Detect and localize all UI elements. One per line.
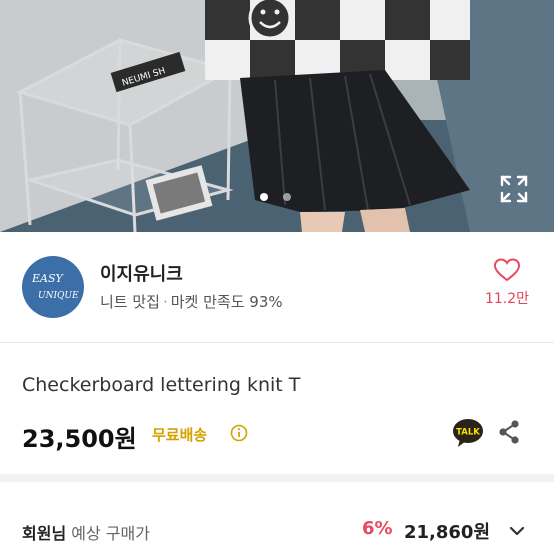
member-label-rest: 예상 구매가 (66, 524, 150, 543)
logo-text-unique: UNIQUE (38, 291, 79, 301)
checkerboard-sweater (205, 0, 470, 80)
chevron-down-icon[interactable] (508, 522, 526, 540)
kakao-talk-icon[interactable]: TALK (452, 418, 484, 448)
share-icon[interactable] (495, 418, 523, 446)
pagination-dot-active[interactable] (260, 193, 268, 201)
like-count: 11.2만 (484, 291, 530, 307)
gallery-pagination (0, 193, 554, 203)
meta-separator: · (162, 293, 168, 311)
heart-icon (493, 258, 521, 282)
logo-text-easy: EASY (31, 272, 65, 285)
divider (0, 342, 554, 343)
product-price: 23,500원 (22, 425, 137, 453)
shop-name[interactable]: 이지유니크 (100, 260, 183, 286)
product-title: Checkerboard lettering knit T (22, 374, 301, 396)
talk-label: TALK (456, 428, 480, 438)
section-gap (0, 474, 554, 482)
shop-satisfaction: 마켓 만족도 93% (170, 293, 283, 311)
like-button[interactable]: 11.2만 (482, 258, 532, 318)
expand-icon[interactable] (498, 173, 530, 205)
member-price: 21,860원 (404, 522, 491, 543)
info-icon[interactable] (230, 424, 248, 442)
member-discount: 6% (362, 518, 393, 539)
shop-meta: 니트 맛집 · 마켓 만족도 93% (100, 291, 283, 312)
shop-category: 니트 맛집 (100, 293, 160, 311)
free-shipping-label: 무료배송 (152, 426, 208, 444)
product-image-gallery[interactable]: NEUMI SH (0, 0, 554, 232)
pagination-dot[interactable] (283, 193, 291, 201)
member-price-row[interactable]: 회원님 예상 구매가 6% 21,860원 (0, 498, 554, 554)
member-price-label: 회원님 예상 구매가 (22, 520, 150, 544)
shop-info-row[interactable]: EASY UNIQUE 이지유니크 니트 맛집 · 마켓 만족도 93% 11.2만 (0, 232, 554, 342)
shop-logo[interactable]: EASY UNIQUE (22, 256, 84, 318)
member-label-bold: 회원님 (22, 524, 67, 543)
